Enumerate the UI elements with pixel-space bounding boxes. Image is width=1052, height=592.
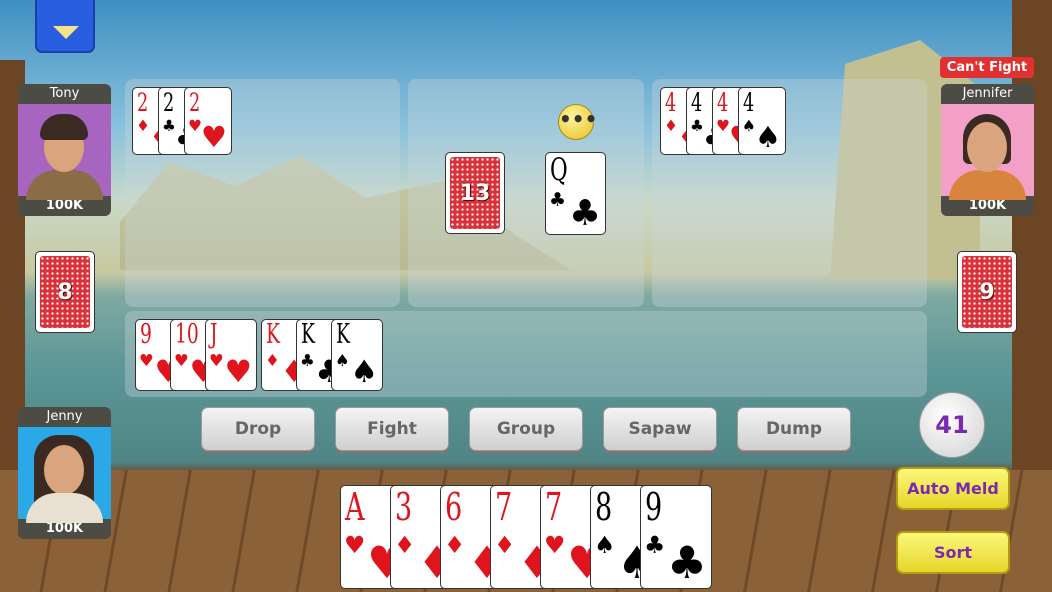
card-rank: A <box>345 485 365 530</box>
card-rank: 4 <box>717 88 729 117</box>
card-rank: 8 <box>595 485 613 530</box>
avatar <box>941 104 1034 200</box>
turn-timer: 41 <box>919 392 985 458</box>
card-suit-small: ♣ <box>162 117 176 136</box>
card-suit-small: ♣ <box>300 350 315 370</box>
tony-card-pile: 8 <box>35 251 95 333</box>
pile-count: 9 <box>962 256 1012 328</box>
card-suit-large: ♥ <box>200 119 227 154</box>
card-rank: 4 <box>665 88 677 117</box>
card-rank: J <box>210 319 218 350</box>
card-suit-small: ♣ <box>549 188 567 211</box>
player-tony[interactable]: Tony 100K <box>18 84 111 216</box>
card-suit-small: ♥ <box>188 117 202 136</box>
card-suit-small: ♦ <box>664 117 678 136</box>
dump-button[interactable]: Dump <box>737 407 851 451</box>
drop-button[interactable]: Drop <box>201 407 315 451</box>
player-name: Jenny <box>46 409 83 424</box>
card-suit-small: ♥ <box>139 350 154 370</box>
player-jenny[interactable]: Jenny 100K <box>18 407 111 539</box>
card-suit-small: ♦ <box>136 117 150 136</box>
card-suit-small: ♠ <box>742 117 756 136</box>
player-name: Tony <box>49 86 80 101</box>
card-suit-small: ♥ <box>716 117 730 136</box>
sort-button[interactable]: Sort <box>896 531 1010 574</box>
card-rank: K <box>301 319 315 350</box>
card-suit-large: ♥ <box>224 354 252 391</box>
card-suit-small: ♥ <box>344 530 366 559</box>
pile-count: 8 <box>40 256 90 328</box>
card-rank: 10 <box>175 319 199 350</box>
card-rank: 4 <box>743 88 755 117</box>
card-rank: 2 <box>163 88 175 117</box>
card-suit-large: ♠ <box>754 119 781 154</box>
discard-card[interactable]: Q ♣ ♣ <box>545 152 606 235</box>
hand-card[interactable]: 9 ♣ ♣ <box>640 485 712 589</box>
card-suit-small: ♥ <box>544 530 566 559</box>
card-rank: K <box>336 319 350 350</box>
my-meld-card[interactable]: J ♥ ♥ <box>205 319 257 391</box>
fight-button[interactable]: Fight <box>335 407 449 451</box>
sapaw-button[interactable]: Sapaw <box>603 407 717 451</box>
card-rank: 6 <box>445 485 463 530</box>
card-rank: 9 <box>645 485 663 530</box>
card-suit-small: ♦ <box>444 530 466 559</box>
triangle-down-icon <box>53 26 79 39</box>
card-suit-small: ♦ <box>494 530 516 559</box>
group-button[interactable]: Group <box>469 407 583 451</box>
card-suit-small: ♣ <box>690 117 704 136</box>
card-rank: 4 <box>691 88 703 117</box>
player-name: Jennifer <box>962 86 1013 101</box>
card-rank: 2 <box>189 88 201 117</box>
avatar <box>18 104 111 200</box>
menu-button[interactable] <box>35 0 95 53</box>
center-area <box>408 79 644 307</box>
card-suit-small: ♠ <box>594 530 616 559</box>
jennifer-card-pile: 9 <box>957 251 1017 333</box>
card-suit-large: ♣ <box>569 193 601 235</box>
card-rank: 3 <box>395 485 413 530</box>
card-rank: 9 <box>140 319 152 350</box>
card-suit-large: ♣ <box>667 537 707 589</box>
player-jennifer[interactable]: Jennifer 100K <box>941 84 1034 216</box>
card-suit-large: ♠ <box>350 354 378 391</box>
card-suit-small: ♥ <box>209 350 224 370</box>
meld-card: 4 ♠ ♠ <box>738 87 786 155</box>
card-rank: Q <box>550 152 568 188</box>
auto-meld-button[interactable]: Auto Meld <box>896 467 1010 510</box>
card-suit-small: ♣ <box>644 530 666 559</box>
card-rank: 2 <box>137 88 149 117</box>
card-rank: 7 <box>545 485 563 530</box>
stock-pile[interactable]: 13 <box>445 152 505 234</box>
avatar <box>18 427 111 523</box>
card-suit-small: ♦ <box>265 350 280 370</box>
card-rank: 7 <box>495 485 513 530</box>
my-meld-card[interactable]: K ♠ ♠ <box>331 319 383 391</box>
ellipsis-icon: ••• <box>558 104 597 140</box>
card-rank: K <box>266 319 280 350</box>
card-suit-small: ♥ <box>174 350 189 370</box>
status-badge: Can't Fight <box>940 57 1034 78</box>
stock-count: 13 <box>450 157 500 229</box>
meld-card: 2 ♥ ♥ <box>184 87 232 155</box>
card-suit-small: ♠ <box>335 350 350 370</box>
card-suit-small: ♦ <box>394 530 416 559</box>
